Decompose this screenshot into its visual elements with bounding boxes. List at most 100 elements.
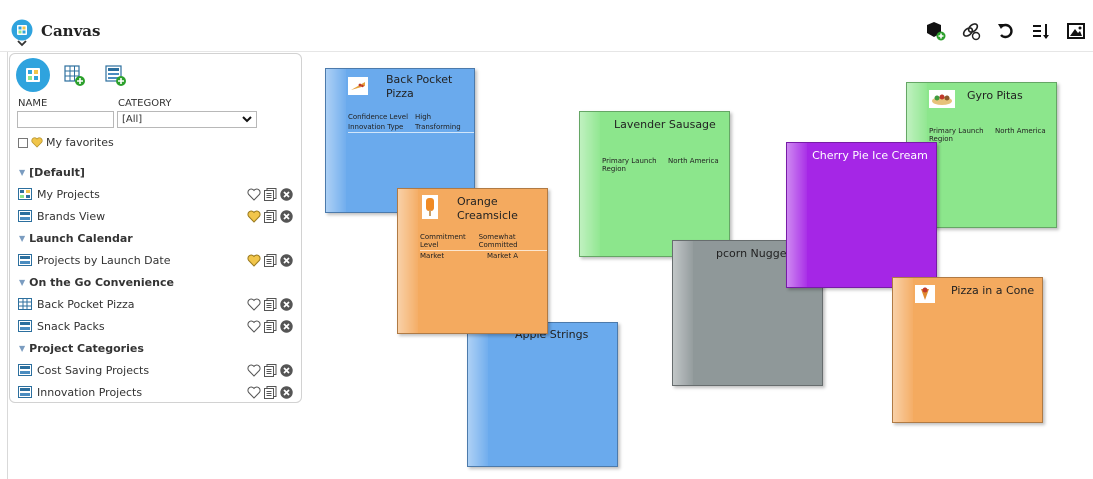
delete-icon[interactable] — [279, 209, 293, 223]
list-item-label: Projects by Launch Date — [37, 253, 171, 267]
collapse-triangle-icon: ▼ — [19, 277, 26, 287]
copy-icon[interactable] — [263, 209, 277, 223]
canvas-view-button[interactable] — [16, 58, 50, 92]
page-title: Canvas — [41, 22, 101, 40]
list-item-brands-view[interactable]: Brands View — [10, 205, 301, 227]
card-title: Pizza in a Cone — [951, 284, 1035, 297]
category-selected-value: [All] — [122, 114, 143, 125]
list-item-label: Brands View — [37, 209, 106, 223]
heart-outline-icon[interactable] — [247, 297, 261, 311]
copy-icon[interactable] — [263, 253, 277, 267]
canvas-app-icon — [11, 19, 33, 47]
list-view-icon — [18, 254, 32, 266]
item-actions — [247, 209, 293, 223]
card-fields: Confidence Level High Innovation Type Tran… — [348, 112, 474, 133]
list-item-projects-by-launch-date[interactable]: Projects by Launch Date — [10, 249, 301, 271]
delete-icon[interactable] — [279, 187, 293, 201]
heart-outline-icon[interactable] — [247, 187, 261, 201]
card-pizza-in-a-cone[interactable]: Pizza in a Cone — [892, 277, 1043, 423]
list-item-innovation-projects[interactable]: Innovation Projects — [10, 381, 301, 403]
list-item-label: Snack Packs — [37, 319, 105, 333]
heart-outline-icon[interactable] — [247, 363, 261, 377]
list-view-icon — [18, 210, 32, 222]
card-title: Cherry Pie Ice Cream — [812, 149, 928, 162]
delete-icon[interactable] — [279, 385, 293, 399]
card-apple-strings[interactable]: Apple Strings — [467, 322, 618, 467]
category-label: CATEGORY — [118, 98, 172, 109]
delete-icon[interactable] — [279, 363, 293, 377]
name-label: NAME — [18, 98, 48, 109]
list-view-icon — [18, 364, 32, 376]
popsicle-thumbnail-icon — [422, 195, 438, 219]
page-left-border — [7, 52, 8, 479]
canvas-item-icon — [18, 188, 32, 200]
heart-outline-icon[interactable] — [247, 385, 261, 399]
item-actions — [247, 297, 293, 311]
card-title: Back Pocket Pizza — [386, 73, 453, 100]
delete-icon[interactable] — [279, 319, 293, 333]
favorites-checkbox[interactable] — [18, 137, 28, 148]
card-title: Lavender Sausage — [614, 118, 716, 131]
list-item-snack-packs[interactable]: Snack Packs — [10, 315, 301, 337]
cone-thumbnail-icon — [915, 285, 935, 303]
group-on-the-go-convenience[interactable]: ▼ On the Go Convenience — [10, 271, 301, 293]
heart-filled-icon[interactable] — [247, 253, 261, 267]
chevron-down-icon — [242, 116, 252, 123]
list-item-label: Innovation Projects — [37, 385, 143, 399]
collapse-triangle-icon: ▼ — [19, 233, 26, 243]
item-actions — [247, 363, 293, 377]
canvas-grid-icon — [26, 68, 40, 82]
copy-icon[interactable] — [263, 385, 277, 399]
card-fields: Primary Launch Region North America — [602, 157, 719, 173]
toolbar — [925, 21, 1087, 41]
item-actions — [247, 253, 293, 267]
add-grid-icon — [64, 65, 85, 86]
copy-icon[interactable] — [263, 187, 277, 201]
card-lavender-sausage[interactable]: Lavender Sausage Primary Launch Region No… — [579, 111, 730, 257]
add-list-icon — [105, 65, 126, 86]
item-actions — [247, 187, 293, 201]
pizza-thumbnail-icon — [348, 77, 368, 95]
item-actions — [247, 385, 293, 399]
heart-outline-icon[interactable] — [247, 319, 261, 333]
card-fields: Primary Launch Region North America — [929, 127, 1046, 143]
copy-icon[interactable] — [263, 363, 277, 377]
add-list-view-button[interactable] — [98, 58, 132, 92]
category-select[interactable]: [All] — [117, 111, 257, 128]
add-hex-icon[interactable] — [925, 21, 947, 41]
group-launch-calendar[interactable]: ▼ Launch Calendar — [10, 227, 301, 249]
delete-icon[interactable] — [279, 297, 293, 311]
list-item-cost-saving-projects[interactable]: Cost Saving Projects — [10, 359, 301, 381]
list-item-label: Back Pocket Pizza — [37, 297, 135, 311]
image-icon[interactable] — [1065, 21, 1087, 41]
copy-icon[interactable] — [263, 297, 277, 311]
card-title: Orange Creamsicle — [457, 195, 518, 222]
favorites-filter: My favorites — [18, 136, 114, 149]
heart-filled-icon[interactable] — [247, 209, 261, 223]
add-grid-view-button[interactable] — [57, 58, 91, 92]
refresh-icon[interactable] — [995, 21, 1017, 41]
list-item-label: Cost Saving Projects — [37, 363, 150, 377]
heart-icon — [31, 137, 43, 148]
card-title: Gyro Pitas — [967, 89, 1023, 102]
header-bar: Canvas — [0, 0, 1093, 52]
canvas-list-panel: NAME CATEGORY [All] My favorites ▼ [Defau… — [9, 53, 302, 403]
sort-icon[interactable] — [1030, 21, 1052, 41]
list-item-my-projects[interactable]: My Projects — [10, 183, 301, 205]
grid-view-icon — [18, 298, 32, 310]
card-cherry-pie-ice-cream[interactable]: Cherry Pie Ice Cream — [786, 142, 937, 288]
link-settings-icon[interactable] — [960, 21, 982, 41]
copy-icon[interactable] — [263, 319, 277, 333]
delete-icon[interactable] — [279, 253, 293, 267]
canvas-area[interactable]: Back Pocket Pizza Confidence Level High I… — [308, 53, 1093, 479]
group-project-categories[interactable]: ▼ Project Categories — [10, 337, 301, 359]
group-default[interactable]: ▼ [Default] — [10, 161, 301, 183]
list-view-icon — [18, 386, 32, 398]
card-orange-creamsicle[interactable]: Orange Creamsicle Commitment Level Somewh… — [397, 188, 548, 334]
list-item-back-pocket-pizza[interactable]: Back Pocket Pizza — [10, 293, 301, 315]
collapse-triangle-icon: ▼ — [19, 167, 26, 177]
name-filter-input[interactable] — [17, 111, 114, 128]
gyro-thumbnail-icon — [929, 90, 955, 108]
item-actions — [247, 319, 293, 333]
canvas-list: ▼ [Default] My Projects Brands View ▼ Laun… — [10, 161, 301, 403]
